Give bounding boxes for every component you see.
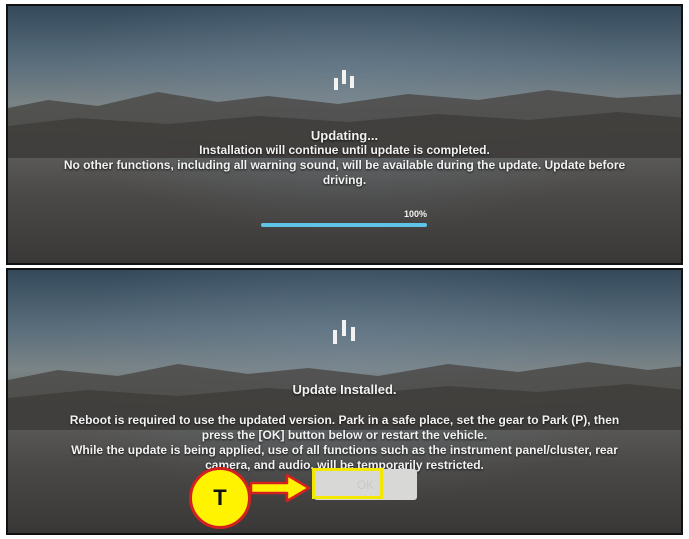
installed-line-1: Reboot is required to use the updated ve… <box>69 413 620 427</box>
brand-bars-icon <box>332 320 355 344</box>
installed-title: Update Installed. <box>292 382 397 397</box>
updating-line-3: driving. <box>322 173 367 187</box>
brand-bars-icon <box>333 70 354 90</box>
ok-button[interactable]: OK <box>314 469 417 500</box>
callout-badge: T <box>189 467 251 529</box>
update-installed-screen: Update Installed. Reboot is required to … <box>6 268 683 535</box>
arrow-right-icon <box>249 473 311 503</box>
updating-message: Installation will continue until update … <box>18 143 671 188</box>
updating-title: Updating... <box>310 128 379 143</box>
installed-line-2: press the [OK] button below or restart t… <box>201 428 488 442</box>
progress-label: 100% <box>403 209 427 219</box>
installed-message: Reboot is required to use the updated ve… <box>18 413 671 473</box>
updating-screen: Updating... Installation will continue u… <box>6 4 683 265</box>
installed-line-3: While the update is being applied, use o… <box>71 443 618 457</box>
updating-line-1: Installation will continue until update … <box>199 143 490 157</box>
updating-line-2: No other functions, including all warnin… <box>63 158 626 172</box>
progress-bar: 100% <box>261 209 427 227</box>
progress-fill <box>261 223 427 227</box>
